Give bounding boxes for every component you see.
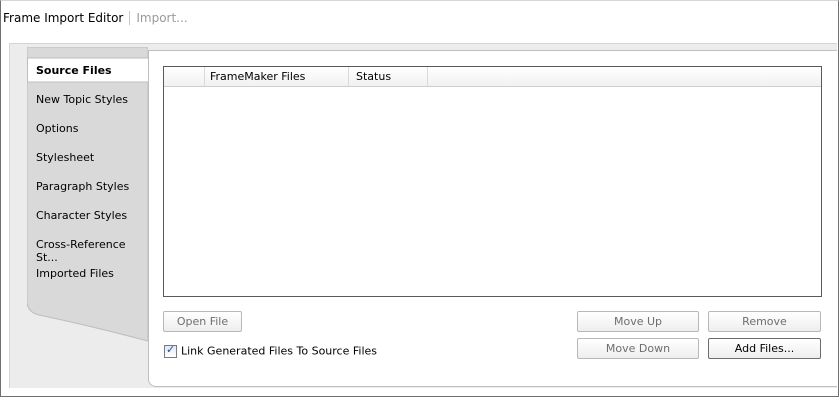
tab-paragraph-styles[interactable]: Paragraph Styles <box>36 180 148 198</box>
tab-imported-files[interactable]: Imported Files <box>36 267 148 285</box>
tab-list: Source Files New Topic Styles Options St… <box>27 47 148 347</box>
remove-button[interactable]: Remove <box>708 311 821 332</box>
open-file-button[interactable]: Open File <box>163 311 242 332</box>
tab-options[interactable]: Options <box>36 122 148 140</box>
tab-new-topic-styles[interactable]: New Topic Styles <box>36 93 148 111</box>
table-header: FrameMaker Files Status <box>164 67 821 87</box>
source-files-table[interactable]: FrameMaker Files Status <box>163 66 822 297</box>
add-files-button[interactable]: Add Files... <box>708 338 821 359</box>
editor-title: Frame Import Editor <box>3 11 124 25</box>
link-generated-files-checkbox[interactable]: ✓ <box>164 342 177 358</box>
link-generated-files-label[interactable]: Link Generated Files To Source Files <box>181 345 377 358</box>
tab-character-styles[interactable]: Character Styles <box>36 209 148 227</box>
column-divider <box>427 67 428 86</box>
title-bar: Frame Import Editor Import... <box>3 11 188 27</box>
column-header-status[interactable]: Status <box>356 70 391 83</box>
tab-stylesheet[interactable]: Stylesheet <box>36 151 148 169</box>
tab-source-files[interactable]: Source Files <box>36 64 148 82</box>
column-header-framemaker-files[interactable]: FrameMaker Files <box>210 70 305 83</box>
import-link[interactable]: Import... <box>136 11 187 25</box>
link-generated-files-option[interactable]: ✓ Link Generated Files To Source Files <box>164 342 377 358</box>
title-separator <box>129 11 131 25</box>
move-up-button[interactable]: Move Up <box>577 311 699 332</box>
checkmark-icon: ✓ <box>166 342 176 356</box>
column-divider <box>348 67 349 86</box>
move-down-button[interactable]: Move Down <box>577 338 699 359</box>
tab-cross-reference-styles[interactable]: Cross-Reference St... <box>36 238 148 264</box>
column-divider <box>204 67 205 86</box>
